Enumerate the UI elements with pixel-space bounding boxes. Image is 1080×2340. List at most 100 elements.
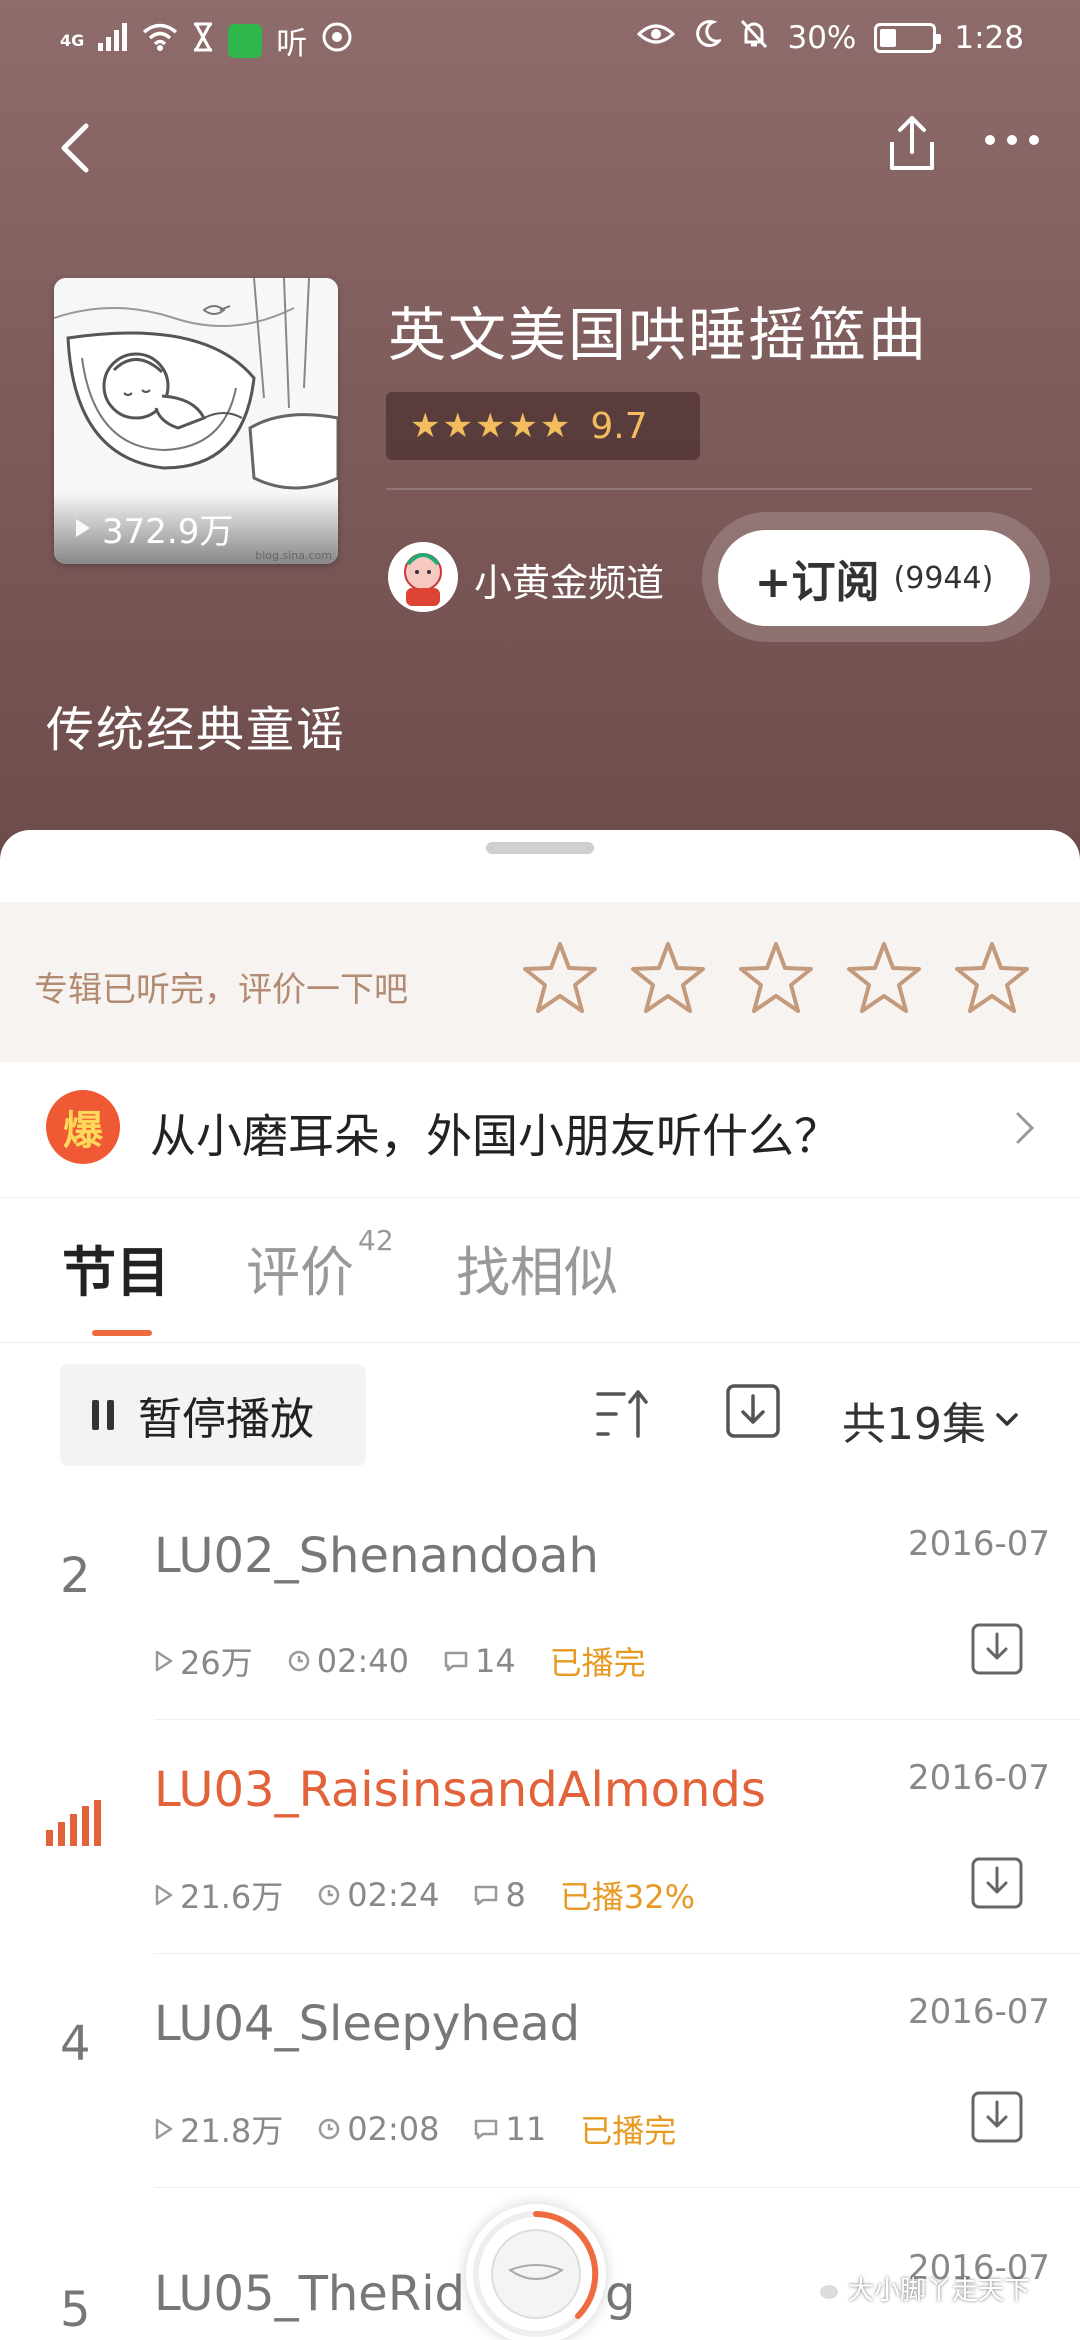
clock-icon xyxy=(319,2118,340,2140)
rate-star-1-icon[interactable] xyxy=(520,938,600,1018)
pause-playback-button[interactable]: 暂停播放 xyxy=(60,1364,366,1466)
chevron-down-icon xyxy=(996,1413,1018,1426)
active-tab-indicator xyxy=(92,1330,152,1336)
clock-icon xyxy=(319,1884,340,1906)
play-count-text: 372.9万 xyxy=(102,511,234,552)
network-type: 4G xyxy=(60,31,85,50)
episode-meta: 26万 02:40 14 已播完 xyxy=(154,1638,646,1684)
share-button[interactable] xyxy=(884,112,940,176)
wifi-icon xyxy=(142,23,178,59)
download-icon[interactable] xyxy=(970,2090,1024,2144)
play-count-icon xyxy=(155,2118,173,2140)
rating-stars-icon: ★★★★★ xyxy=(410,406,573,446)
tab-programs[interactable]: 节目 xyxy=(62,1228,170,1307)
app-notification-icon xyxy=(228,23,263,58)
episode-index: 2 xyxy=(60,1548,91,1604)
sort-icon[interactable] xyxy=(594,1386,652,1442)
status-bar: 4G 听 30% 1:28 xyxy=(0,0,1080,76)
episode-row[interactable]: 2 LU02_Shenandoah 2016-07 26万 02:40 14 已… xyxy=(0,1486,1080,1720)
download-icon[interactable] xyxy=(970,1622,1024,1676)
camera-app-icon xyxy=(321,21,353,61)
more-button[interactable] xyxy=(982,128,1042,152)
cover-watermark: blog.sina.com xyxy=(255,549,332,562)
hourglass-icon xyxy=(192,22,214,60)
watermark-text: 大小脚丫走天下 xyxy=(848,2276,1031,2306)
album-cover[interactable]: 372.9万 blog.sina.com xyxy=(54,278,338,564)
download-icon[interactable] xyxy=(970,1856,1024,1910)
review-count: 42 xyxy=(358,1224,394,1257)
episode-count: 共19集 xyxy=(842,1399,986,1450)
episode-duration: 02:24 xyxy=(347,1876,440,1914)
episode-title-start: LU05_TheRid xyxy=(154,2266,465,2322)
eye-comfort-icon xyxy=(637,20,676,56)
battery-percent: 30% xyxy=(787,20,857,56)
moon-icon xyxy=(693,19,724,57)
divider xyxy=(386,488,1032,490)
episode-row[interactable]: 4 LU04_Sleepyhead 2016-07 21.8万 02:08 11… xyxy=(0,1954,1080,2188)
comment-icon xyxy=(475,1885,498,1906)
episode-count-selector[interactable]: 共19集 xyxy=(842,1388,1020,1452)
episode-title[interactable]: LU04_Sleepyhead xyxy=(154,1996,580,2052)
hot-badge: 爆 xyxy=(46,1090,120,1164)
episode-row[interactable]: LU03_RaisinsandAlmonds 2016-07 21.6万 02:… xyxy=(0,1720,1080,1954)
pause-icon xyxy=(92,1400,114,1430)
divider xyxy=(0,1342,1080,1343)
now-playing-icon xyxy=(46,1800,104,1846)
share-icon xyxy=(890,116,934,170)
chevron-right-icon[interactable] xyxy=(1010,1108,1040,1148)
episode-duration: 02:40 xyxy=(316,1642,409,1680)
sheet-drag-handle[interactable] xyxy=(486,842,594,854)
subscribe-button[interactable]: +订阅 (9944) xyxy=(718,530,1030,626)
wechat-icon xyxy=(808,2277,838,2299)
episode-plays: 21.8万 xyxy=(180,2112,284,2150)
channel-name[interactable]: 小黄金频道 xyxy=(474,552,664,607)
comment-icon xyxy=(475,2119,498,2140)
episode-plays: 21.6万 xyxy=(180,1878,284,1916)
play-count-icon xyxy=(155,1650,173,1672)
batch-download-icon[interactable] xyxy=(724,1382,782,1440)
listen-app-icon: 听 xyxy=(276,26,308,62)
rate-star-3-icon[interactable] xyxy=(736,938,816,1018)
promo-text[interactable]: 从小磨耳朵，外国小朋友听什么？ xyxy=(150,1100,840,1166)
episode-title[interactable]: LU02_Shenandoah xyxy=(154,1528,599,1584)
back-button[interactable] xyxy=(52,118,102,178)
episode-plays: 26万 xyxy=(180,1644,253,1682)
album-description: 传统经典童谣 xyxy=(46,702,347,758)
episode-title-end: g xyxy=(605,2266,636,2322)
rate-star-2-icon[interactable] xyxy=(628,938,708,1018)
album-header: 4G 听 30% 1:28 372.9万 blog.sina.com 英文美国哄… xyxy=(0,0,1080,880)
mini-player[interactable] xyxy=(466,2204,606,2340)
episode-comments: 11 xyxy=(505,2110,547,2148)
episode-duration: 02:08 xyxy=(347,2110,440,2148)
channel-avatar[interactable] xyxy=(388,542,458,612)
subscribe-label: +订阅 xyxy=(754,557,880,608)
comment-icon xyxy=(444,1651,468,1672)
album-title: 英文美国哄睡摇篮曲 xyxy=(388,301,929,369)
play-count-icon xyxy=(155,1884,173,1906)
episode-status: 已播完 xyxy=(549,1644,646,1682)
episode-status: 已播32% xyxy=(559,1878,695,1916)
clock-icon xyxy=(288,1650,309,1672)
tab-reviews-label: 评价 xyxy=(246,1241,354,1304)
episode-status: 已播完 xyxy=(580,2112,677,2150)
episode-date: 2016-07 xyxy=(907,1992,1050,2032)
clock: 1:28 xyxy=(954,20,1024,56)
album-rating: ★★★★★ 9.7 xyxy=(386,392,700,460)
episode-comments: 8 xyxy=(505,1876,526,1914)
episode-date: 2016-07 xyxy=(907,1524,1050,1564)
episode-index: 5 xyxy=(60,2282,91,2338)
player-progress-ring xyxy=(473,2211,599,2337)
episode-index: 4 xyxy=(60,2016,91,2072)
rating-score: 9.7 xyxy=(590,405,648,447)
tab-similar[interactable]: 找相似 xyxy=(456,1228,618,1307)
rate-prompt: 专辑已听完，评价一下吧 xyxy=(34,970,408,1010)
mute-bell-icon xyxy=(739,18,769,58)
rate-star-4-icon[interactable] xyxy=(844,938,924,1018)
episode-date: 2016-07 xyxy=(907,1758,1050,1798)
tab-reviews[interactable]: 评价42 xyxy=(246,1224,394,1307)
play-icon xyxy=(76,519,90,537)
pause-label: 暂停播放 xyxy=(138,1394,314,1445)
episode-title[interactable]: LU03_RaisinsandAlmonds xyxy=(154,1762,766,1818)
more-icon xyxy=(985,135,1039,145)
rate-star-5-icon[interactable] xyxy=(952,938,1032,1018)
